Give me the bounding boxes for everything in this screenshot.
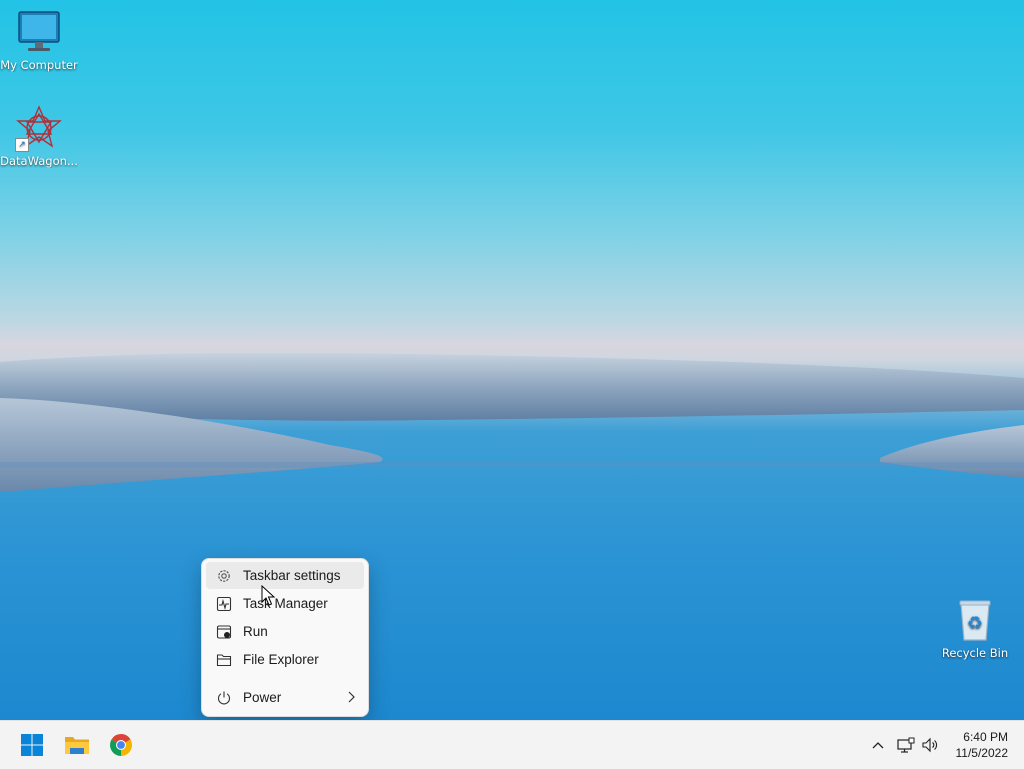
menu-item-label: Task Manager — [243, 596, 328, 611]
menu-item-label: Taskbar settings — [243, 568, 341, 583]
taskbar: 6:40 PM 11/5/2022 — [0, 720, 1024, 769]
desktop: My Computer ↗ DataWagon... ♻ Recycle Bin — [0, 0, 1024, 720]
menu-item-label: Run — [243, 624, 268, 639]
desktop-icon-label: DataWagon... — [0, 154, 78, 168]
menu-item-label: Power — [243, 690, 282, 705]
clock-time: 6:40 PM — [963, 730, 1008, 744]
taskbar-chrome-button[interactable] — [105, 729, 137, 761]
menu-item-task-manager[interactable]: Task Manager — [206, 590, 364, 617]
desktop-icon-my-computer[interactable]: My Computer — [0, 8, 78, 72]
windows-logo-icon — [21, 734, 43, 756]
start-button[interactable] — [16, 729, 48, 761]
menu-item-file-explorer[interactable]: File Explorer — [206, 646, 364, 673]
desktop-icon-label: Recycle Bin — [941, 646, 1009, 660]
menu-item-power[interactable]: Power — [206, 684, 364, 711]
wallpaper — [0, 352, 1024, 492]
datawagon-icon: ↗ — [15, 104, 63, 152]
clock-date: 11/5/2022 — [955, 746, 1009, 760]
recycle-bin-icon: ♻ — [951, 596, 999, 644]
folder-icon — [215, 651, 233, 669]
chevron-up-icon[interactable] — [868, 735, 888, 755]
monitor-icon — [15, 8, 63, 56]
gear-icon — [215, 567, 233, 585]
taskbar-file-explorer-button[interactable] — [61, 729, 93, 761]
desktop-icon-label: My Computer — [0, 58, 78, 72]
taskbar-context-menu: Taskbar settings Task Manager Run File E… — [201, 558, 369, 717]
desktop-icon-recycle-bin[interactable]: ♻ Recycle Bin — [936, 596, 1014, 660]
run-icon — [215, 623, 233, 641]
chrome-icon — [110, 734, 132, 756]
network-icon[interactable] — [896, 735, 916, 755]
menu-item-run[interactable]: Run — [206, 618, 364, 645]
menu-item-label: File Explorer — [243, 652, 319, 667]
menu-separator — [206, 678, 364, 679]
menu-item-taskbar-settings[interactable]: Taskbar settings — [206, 562, 364, 589]
volume-icon[interactable] — [920, 735, 940, 755]
folder-icon — [65, 737, 89, 754]
system-clock[interactable]: 6:40 PM 11/5/2022 — [956, 729, 1009, 761]
mouse-cursor-icon — [261, 584, 277, 611]
svg-text:♻: ♻ — [967, 613, 983, 634]
power-icon — [215, 689, 233, 707]
task-manager-icon — [215, 595, 233, 613]
shortcut-arrow-icon: ↗ — [15, 138, 29, 152]
desktop-icon-datawagon[interactable]: ↗ DataWagon... — [0, 104, 78, 168]
chevron-right-icon — [346, 690, 356, 707]
